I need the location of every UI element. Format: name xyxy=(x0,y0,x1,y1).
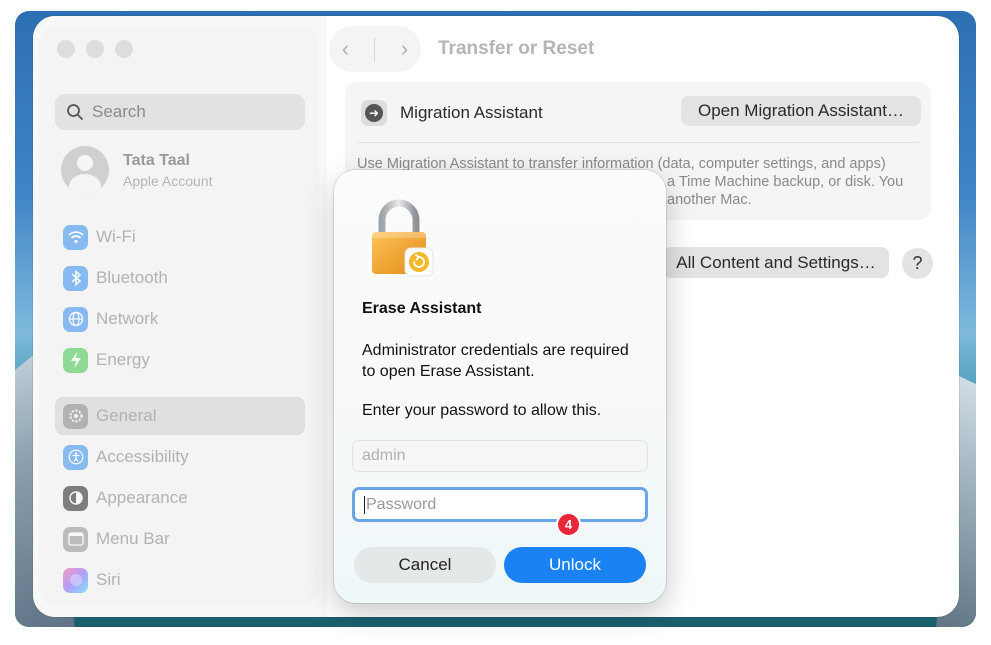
sidebar-group-system: General Accessibility Appearance Menu Ba… xyxy=(55,397,305,602)
sidebar-item-siri[interactable]: Siri xyxy=(55,561,305,599)
text-cursor xyxy=(364,495,365,514)
erase-all-content-button[interactable]: All Content and Settings… xyxy=(663,247,889,278)
wifi-icon xyxy=(63,224,88,250)
account-name: Tata Taal xyxy=(123,151,190,169)
zoom-button[interactable] xyxy=(115,40,133,58)
search-placeholder: Search xyxy=(92,102,146,121)
divider xyxy=(357,142,919,143)
sidebar-item-appearance[interactable]: Appearance xyxy=(55,479,305,517)
sidebar-item-bluetooth[interactable]: Bluetooth xyxy=(55,259,305,297)
sidebar-item-energy[interactable]: Energy xyxy=(55,341,305,379)
sidebar-item-network[interactable]: Network xyxy=(55,300,305,338)
gear-icon xyxy=(63,403,88,429)
bolt-icon xyxy=(63,347,88,373)
sidebar-item-wifi[interactable]: Wi-Fi xyxy=(55,218,305,256)
menubar-icon xyxy=(63,526,88,552)
migration-assistant-icon: ➜ xyxy=(361,100,387,126)
accessibility-icon xyxy=(63,444,88,470)
cancel-button[interactable]: Cancel xyxy=(354,547,496,583)
sidebar-item-general[interactable]: General xyxy=(55,397,305,435)
step-badge: 4 xyxy=(556,512,581,537)
erase-assistant-auth-dialog: Erase Assistant Administrator credential… xyxy=(334,170,666,603)
username-value: admin xyxy=(362,447,406,464)
search-icon xyxy=(67,104,83,120)
account-subtitle: Apple Account xyxy=(123,172,213,189)
search-field[interactable]: Search xyxy=(55,94,305,130)
window-controls xyxy=(57,40,133,58)
lock-icon xyxy=(372,199,434,277)
sidebar-item-menu-bar[interactable]: Menu Bar xyxy=(55,520,305,558)
close-button[interactable] xyxy=(57,40,75,58)
page-title: Transfer or Reset xyxy=(438,38,595,59)
password-placeholder: Password xyxy=(366,495,437,513)
navigation-buttons: ‹ › xyxy=(329,26,421,72)
forward-chevron-icon[interactable]: › xyxy=(401,36,408,62)
bluetooth-icon xyxy=(63,265,88,291)
dialog-message: Administrator credentials are required t… xyxy=(362,342,629,380)
apple-account-item[interactable]: Tata Taal Apple Account xyxy=(61,146,213,194)
minimize-button[interactable] xyxy=(86,40,104,58)
help-button[interactable]: ? xyxy=(902,248,933,279)
avatar xyxy=(61,146,109,194)
migration-assistant-title: Migration Assistant xyxy=(400,103,543,122)
appearance-icon xyxy=(63,485,88,511)
back-chevron-icon[interactable]: ‹ xyxy=(342,36,349,62)
password-field[interactable]: Password xyxy=(352,487,648,522)
dialog-prompt: Enter your password to allow this. xyxy=(362,402,602,419)
sidebar-item-accessibility[interactable]: Accessibility xyxy=(55,438,305,476)
dialog-title: Erase Assistant xyxy=(362,300,482,317)
sidebar-group-network: Wi-Fi Bluetooth Network Energy xyxy=(55,218,305,382)
globe-icon xyxy=(63,306,88,332)
open-migration-assistant-button[interactable]: Open Migration Assistant… xyxy=(681,96,921,126)
username-field[interactable]: admin xyxy=(352,440,648,472)
unlock-button[interactable]: Unlock xyxy=(504,547,646,583)
siri-icon xyxy=(63,567,88,593)
